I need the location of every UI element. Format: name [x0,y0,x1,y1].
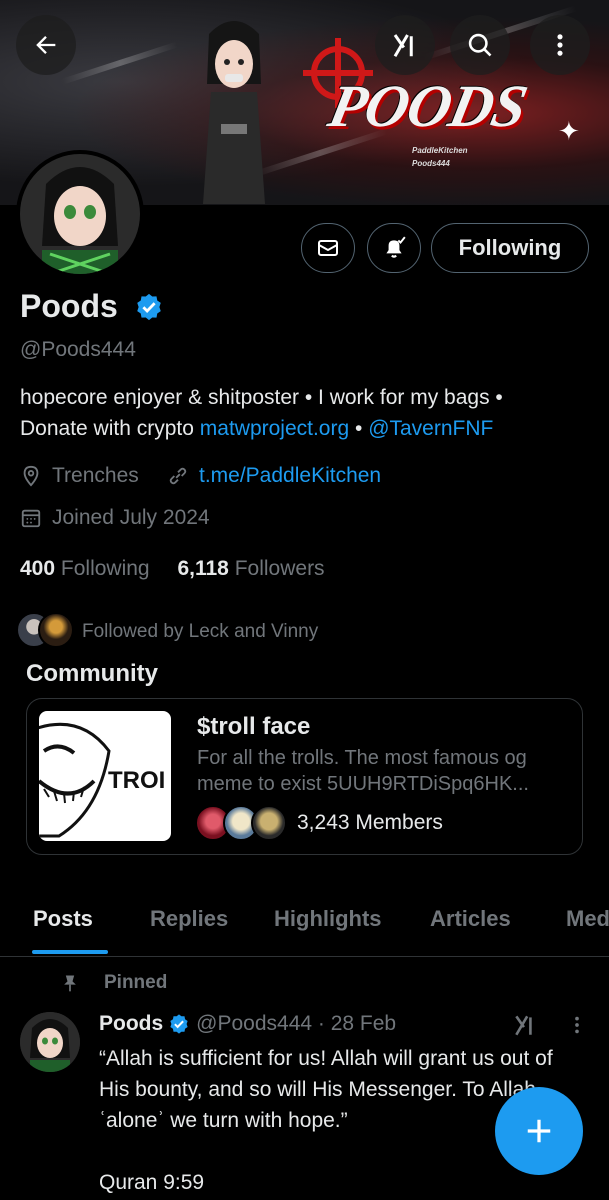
active-tab-indicator [32,950,108,954]
profile-location: Trenches [20,464,139,488]
follower-avatar [38,612,74,648]
tab-highlights[interactable]: Highlights [274,906,382,932]
followers-count: 6,118 [177,557,229,580]
following-button[interactable]: Following [431,223,589,273]
followers-label: Followers [234,557,325,580]
post-handle-date: @Poods444 · 28 Feb [196,1012,397,1035]
banner-title: POODS [323,73,533,139]
location-text: Trenches [52,464,139,487]
bio-text: hopecore enjoyer & shitposter • I work f… [20,386,503,409]
tab-media[interactable]: Med [566,906,609,932]
profile-joined: Joined July 2024 [20,506,210,530]
profile-name: Poods [20,288,118,324]
post-more-icon[interactable] [566,1014,588,1036]
bio-link-mention[interactable]: @TavernFNF [368,417,493,440]
link-icon [169,467,187,485]
grok-icon[interactable] [512,1012,538,1038]
tab-replies[interactable]: Replies [150,906,228,932]
notifications-button[interactable] [367,223,421,273]
grok-icon [393,34,413,58]
website-link[interactable]: t.me/PaddleKitchen [199,464,381,488]
following-stat[interactable]: 400 Following [20,557,150,580]
profile-bio: hopecore enjoyer & shitposter • I work f… [20,382,590,444]
member-avatar [251,805,287,841]
profile-tabs: Posts Replies Highlights Articles Med [0,884,609,957]
follow-stats: 400 Following 6,118 Followers [20,557,325,581]
community-members: 3,243 Members [297,811,443,834]
tab-articles[interactable]: Articles [430,906,511,932]
thumb-text: TROI [108,767,166,794]
banner-subtext: Poods444 [412,159,450,168]
grok-button[interactable] [375,15,435,75]
bio-separator: • [349,417,369,440]
banner-character-illustration [203,21,265,204]
compose-button[interactable] [495,1087,583,1175]
followers-stat[interactable]: 6,118 Followers [177,557,324,580]
following-count: 400 [20,557,56,580]
banner-subtext: PaddleKitchen [412,146,468,155]
post-header: Poods @Poods444 · 28 Feb [99,1012,396,1036]
profile-avatar[interactable] [16,150,144,278]
community-description: For all the trolls. The most famous og m… [197,747,529,795]
post-author-avatar[interactable] [20,1012,80,1072]
pin-icon [64,975,76,992]
community-card[interactable]: TROI $troll face For all the trolls. The… [26,698,583,855]
bio-text: Donate with crypto [20,417,200,440]
message-button[interactable] [301,223,355,273]
followed-by-text[interactable]: Followed by Leck and Vinny [82,621,318,643]
community-name: $troll face [197,713,311,740]
calendar-icon [21,509,41,528]
location-pin-icon [23,465,39,487]
more-vertical-icon [557,34,563,56]
sparkle-icon: ✦ [558,116,580,146]
verified-badge-icon[interactable] [134,292,164,322]
pinned-label: Pinned [104,972,168,993]
profile-handle: @Poods444 [20,338,136,361]
back-button[interactable] [16,15,76,75]
community-heading: Community [26,660,158,687]
verified-badge-icon [170,1014,188,1034]
pinned-indicator: Pinned [60,972,167,994]
envelope-icon [318,240,338,256]
following-label: Following [60,557,150,580]
bio-link-website[interactable]: matwproject.org [200,417,349,440]
back-icon [36,36,56,54]
search-icon [468,33,492,57]
avatar-illustration [20,154,140,274]
joined-text: Joined July 2024 [52,506,210,529]
plus-icon [527,1119,551,1143]
more-options-button[interactable] [530,15,590,75]
post-author-name[interactable]: Poods [99,1012,163,1036]
tab-posts[interactable]: Posts [33,906,93,932]
profile-website[interactable]: t.me/PaddleKitchen [167,464,381,488]
bell-check-icon [386,236,406,258]
community-thumbnail: TROI [39,711,171,841]
search-button[interactable] [450,15,510,75]
avatar-illustration [20,1012,80,1072]
